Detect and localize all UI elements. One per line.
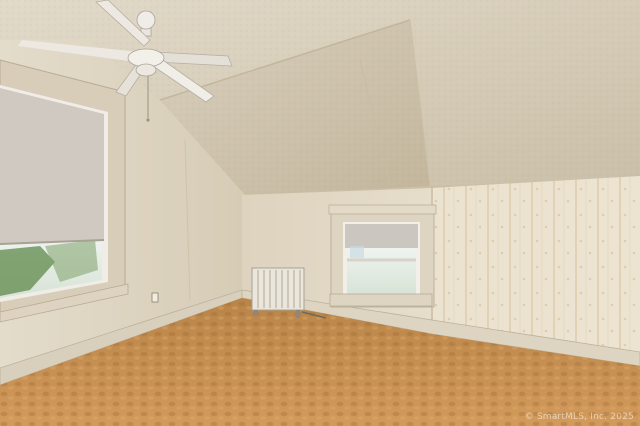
left-window-shade — [0, 88, 104, 244]
left-window — [0, 59, 129, 323]
back-window — [328, 204, 437, 308]
wall-outlet — [151, 292, 159, 303]
back-window-shade — [345, 224, 418, 248]
back-window-sill — [329, 293, 433, 307]
photo-watermark: © SmartMLS, Inc. 2025 — [524, 412, 634, 422]
room-illustration — [0, 0, 640, 426]
empty-attic-bedroom-photo: © SmartMLS, Inc. 2025 — [0, 0, 640, 426]
